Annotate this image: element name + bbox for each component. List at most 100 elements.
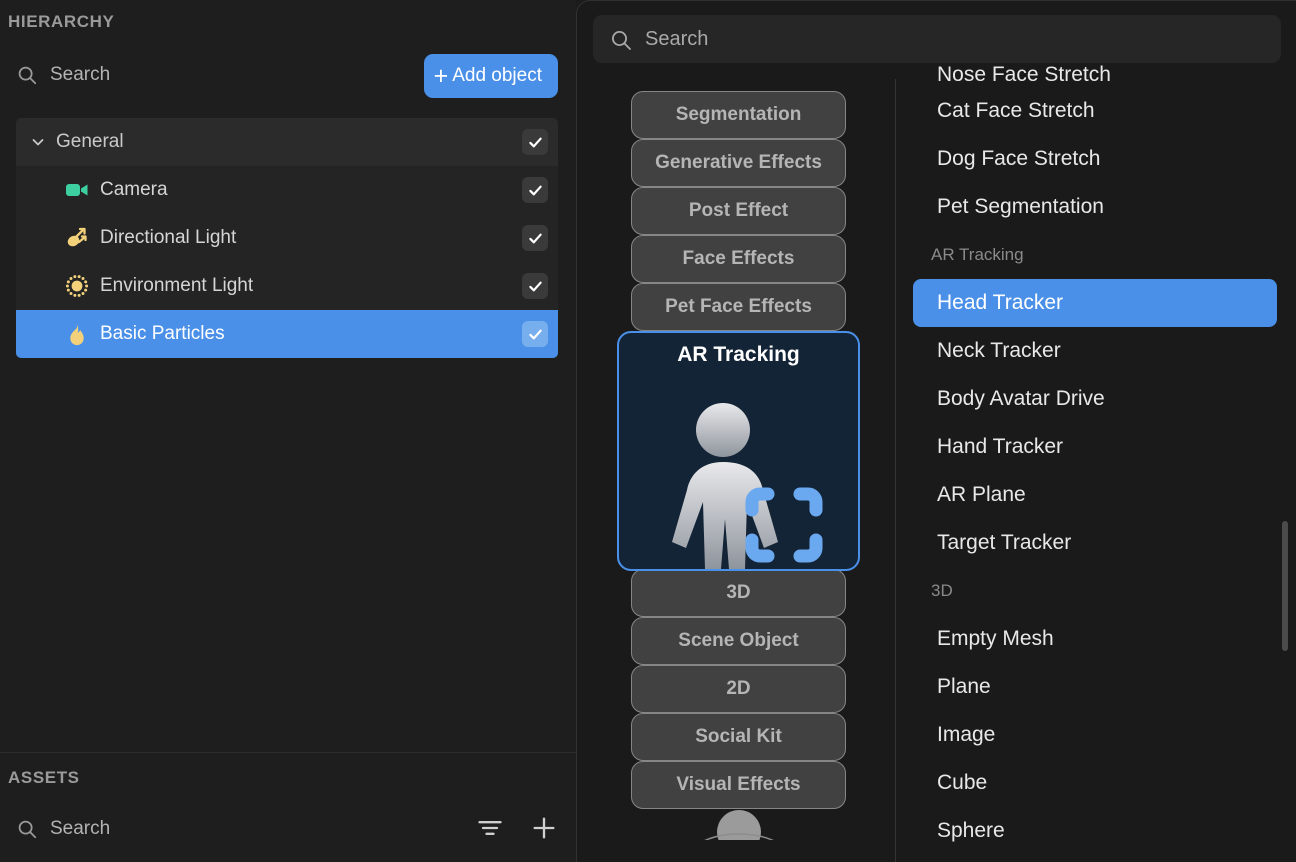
list-item[interactable]: Nose Face Stretch bbox=[913, 65, 1277, 87]
assets-search-input[interactable] bbox=[50, 818, 350, 840]
hierarchy-panel-title: HIERARCHY bbox=[8, 12, 115, 31]
add-asset-icon[interactable] bbox=[530, 814, 558, 842]
list-item[interactable]: Cube bbox=[913, 759, 1277, 807]
category-tab-visual-effects[interactable]: Visual Effects bbox=[631, 761, 846, 840]
category-tab-face-effects[interactable]: Face Effects bbox=[631, 235, 846, 283]
list-item[interactable]: Sphere bbox=[913, 807, 1277, 855]
list-item[interactable]: Cat Face Stretch bbox=[913, 87, 1277, 135]
list-item[interactable]: Pet Segmentation bbox=[913, 183, 1277, 231]
list-item-label: Image bbox=[937, 723, 996, 746]
camera-icon bbox=[64, 177, 90, 203]
hierarchy-row-directional-light[interactable]: Directional Light bbox=[16, 214, 558, 262]
assets-panel-title: ASSETS bbox=[8, 768, 80, 787]
hierarchy-row-label: Environment Light bbox=[100, 275, 254, 296]
chevron-down-icon[interactable] bbox=[30, 134, 46, 150]
list-item-label: Dog Face Stretch bbox=[937, 147, 1101, 170]
plus-icon: + bbox=[433, 61, 449, 90]
flame-icon bbox=[64, 321, 90, 347]
search-icon bbox=[609, 28, 631, 50]
hierarchy-search-input[interactable] bbox=[50, 64, 350, 86]
list-item-label: Body Avatar Drive bbox=[937, 387, 1105, 410]
hierarchy-row-label: Basic Particles bbox=[100, 323, 225, 344]
list-item-label: Plane bbox=[937, 675, 991, 698]
add-object-button[interactable]: + Add object bbox=[423, 54, 558, 98]
list-group-header: AR Tracking bbox=[907, 231, 1283, 279]
visibility-checkbox[interactable] bbox=[522, 273, 548, 299]
list-item[interactable]: Neck Tracker bbox=[913, 327, 1277, 375]
list-item[interactable]: Head Tracker bbox=[913, 279, 1277, 327]
hierarchy-row-label: General bbox=[56, 131, 124, 152]
list-item-label: Nose Face Stretch bbox=[937, 65, 1111, 86]
visibility-checkbox[interactable] bbox=[522, 177, 548, 203]
editor-left-panel: HIERARCHY + Add object General Camera Dire… bbox=[0, 0, 576, 862]
assets-action-bar bbox=[476, 814, 558, 842]
search-icon bbox=[16, 64, 38, 86]
list-item-label: Head Tracker bbox=[937, 291, 1064, 314]
list-item[interactable]: Target Tracker bbox=[913, 519, 1277, 567]
visibility-checkbox[interactable] bbox=[522, 225, 548, 251]
list-item[interactable]: AR Plane bbox=[913, 471, 1277, 519]
list-item[interactable]: Image bbox=[913, 711, 1277, 759]
list-item-label: Neck Tracker bbox=[937, 339, 1061, 362]
category-tab-label: Scene Object bbox=[678, 630, 799, 651]
list-scrollbar[interactable] bbox=[1282, 521, 1288, 651]
add-object-label: Add object bbox=[452, 65, 542, 86]
category-tab-label: Segmentation bbox=[675, 104, 802, 125]
category-tab-label: AR Tracking bbox=[677, 343, 800, 366]
category-tab-pet-face-effects[interactable]: Pet Face Effects bbox=[631, 283, 846, 331]
hierarchy-row-label: Camera bbox=[100, 179, 168, 200]
ar-tracking-illustration bbox=[619, 367, 858, 569]
category-tab-3d[interactable]: 3D bbox=[631, 569, 846, 617]
directional-light-icon bbox=[64, 225, 90, 251]
list-item-label: Target Tracker bbox=[937, 531, 1072, 554]
filter-icon[interactable] bbox=[476, 814, 504, 842]
list-item[interactable]: Body Avatar Drive bbox=[913, 375, 1277, 423]
category-tab-deck: Segmentation Generative Effects Post Effec… bbox=[617, 91, 895, 862]
category-tab-label: Face Effects bbox=[682, 248, 795, 269]
category-tab-label: 2D bbox=[726, 678, 751, 699]
list-item[interactable]: Empty Mesh bbox=[913, 615, 1277, 663]
add-object-modal: Segmentation Generative Effects Post Effec… bbox=[576, 0, 1296, 862]
list-item-label: AR Plane bbox=[937, 483, 1026, 506]
hierarchy-row-basic-particles[interactable]: Basic Particles bbox=[16, 310, 558, 358]
list-item-label: Cube bbox=[937, 771, 988, 794]
visibility-checkbox[interactable] bbox=[522, 129, 548, 155]
category-tab-label: Social Kit bbox=[695, 726, 782, 747]
list-item[interactable]: Plane bbox=[913, 663, 1277, 711]
hierarchy-search-row bbox=[16, 64, 350, 86]
panel-divider bbox=[0, 752, 576, 753]
hierarchy-row-general[interactable]: General bbox=[16, 118, 558, 166]
visual-effects-illustration bbox=[632, 798, 845, 840]
modal-search-input[interactable] bbox=[645, 27, 1265, 51]
hierarchy-row-label: Directional Light bbox=[100, 227, 237, 248]
list-item[interactable]: Dog Face Stretch bbox=[913, 135, 1277, 183]
category-tab-2d[interactable]: 2D bbox=[631, 665, 846, 713]
category-tab-ar-tracking[interactable]: AR Tracking bbox=[617, 331, 860, 571]
list-item-label: 3D bbox=[931, 581, 953, 600]
category-tab-label: Post Effect bbox=[688, 200, 789, 221]
hierarchy-tree: General Camera Directional Light Environmen… bbox=[16, 118, 558, 358]
list-item[interactable]: Hand Tracker bbox=[913, 423, 1277, 471]
list-group-header: 3D bbox=[907, 567, 1283, 615]
environment-light-icon bbox=[64, 273, 90, 299]
category-tab-social-kit[interactable]: Social Kit bbox=[631, 713, 846, 761]
modal-search-box bbox=[593, 15, 1281, 63]
category-tab-scene-object[interactable]: Scene Object bbox=[631, 617, 846, 665]
hierarchy-row-environment-light[interactable]: Environment Light bbox=[16, 262, 558, 310]
object-type-list: Nose Face Stretch Cat Face Stretch Dog Fac… bbox=[907, 65, 1283, 862]
assets-search-row bbox=[16, 818, 350, 840]
category-tab-post-effect[interactable]: Post Effect bbox=[631, 187, 846, 235]
list-item-label: Cat Face Stretch bbox=[937, 99, 1095, 122]
category-tab-label: Visual Effects bbox=[676, 774, 801, 795]
list-item-label: Empty Mesh bbox=[937, 627, 1054, 650]
category-tab-generative-effects[interactable]: Generative Effects bbox=[631, 139, 846, 187]
column-divider bbox=[895, 79, 896, 862]
category-tab-label: Pet Face Effects bbox=[665, 296, 812, 317]
hierarchy-row-camera[interactable]: Camera bbox=[16, 166, 558, 214]
visibility-checkbox[interactable] bbox=[522, 321, 548, 347]
search-icon bbox=[16, 818, 38, 840]
list-item-label: Pet Segmentation bbox=[937, 195, 1104, 218]
list-item-label: Sphere bbox=[937, 819, 1005, 842]
category-tab-segmentation[interactable]: Segmentation bbox=[631, 91, 846, 139]
modal-body: Segmentation Generative Effects Post Effec… bbox=[577, 65, 1296, 862]
